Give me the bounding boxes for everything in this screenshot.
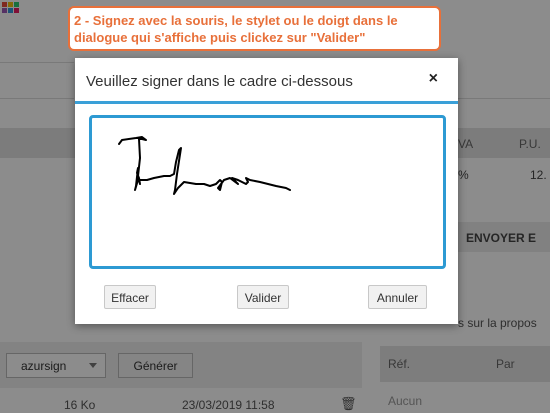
dialog-header-rule [75, 101, 458, 104]
instruction-line-2: dialogue qui s'affiche puis clickez sur … [74, 30, 366, 45]
cancel-button[interactable]: Annuler [368, 285, 427, 309]
instruction-line-1: 2 - Signez avec la souris, le stylet ou … [74, 13, 398, 28]
signature-stroke [118, 136, 291, 195]
validate-button[interactable]: Valider [237, 285, 289, 309]
signature-pad[interactable] [89, 115, 446, 269]
close-icon[interactable]: × [429, 70, 438, 88]
signature-dialog: Veuillez signer dans le cadre ci-dessous… [75, 58, 458, 324]
clear-button[interactable]: Effacer [104, 285, 156, 309]
dialog-title: Veuillez signer dans le cadre ci-dessous [86, 73, 353, 90]
instruction-callout: 2 - Signez avec la souris, le stylet ou … [68, 6, 441, 51]
